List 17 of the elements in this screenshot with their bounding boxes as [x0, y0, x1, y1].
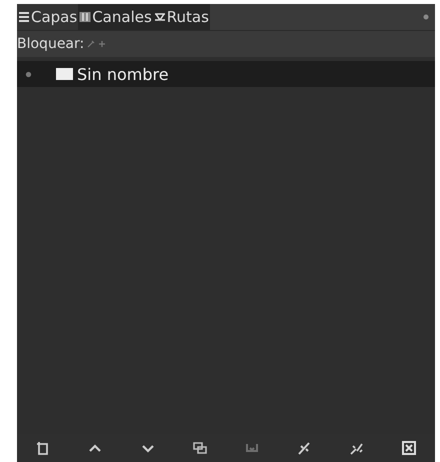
menu-icon[interactable] — [423, 14, 429, 20]
dialog-tab[interactable]: Capas — [17, 4, 78, 30]
overlapping-squares-icon — [192, 440, 208, 456]
layer-row[interactable]: Sin nombre — [17, 61, 435, 87]
channels-icon — [79, 11, 92, 23]
layer-name: Sin nombre — [77, 64, 169, 84]
diagonal-line-icon — [296, 440, 312, 456]
eye-icon[interactable] — [25, 70, 32, 78]
lock-label: Bloquear: — [17, 36, 84, 52]
path-icon — [154, 11, 166, 23]
move-lock-icon[interactable] — [98, 40, 106, 48]
layers-icon — [18, 11, 30, 23]
dialog-tab[interactable]: Canales — [78, 4, 153, 30]
brush-lock-icon[interactable] — [87, 40, 96, 48]
close-icon — [400, 440, 417, 456]
dialog-tab[interactable]: Rutas — [152, 4, 210, 30]
layer-thumbnail — [56, 68, 73, 80]
